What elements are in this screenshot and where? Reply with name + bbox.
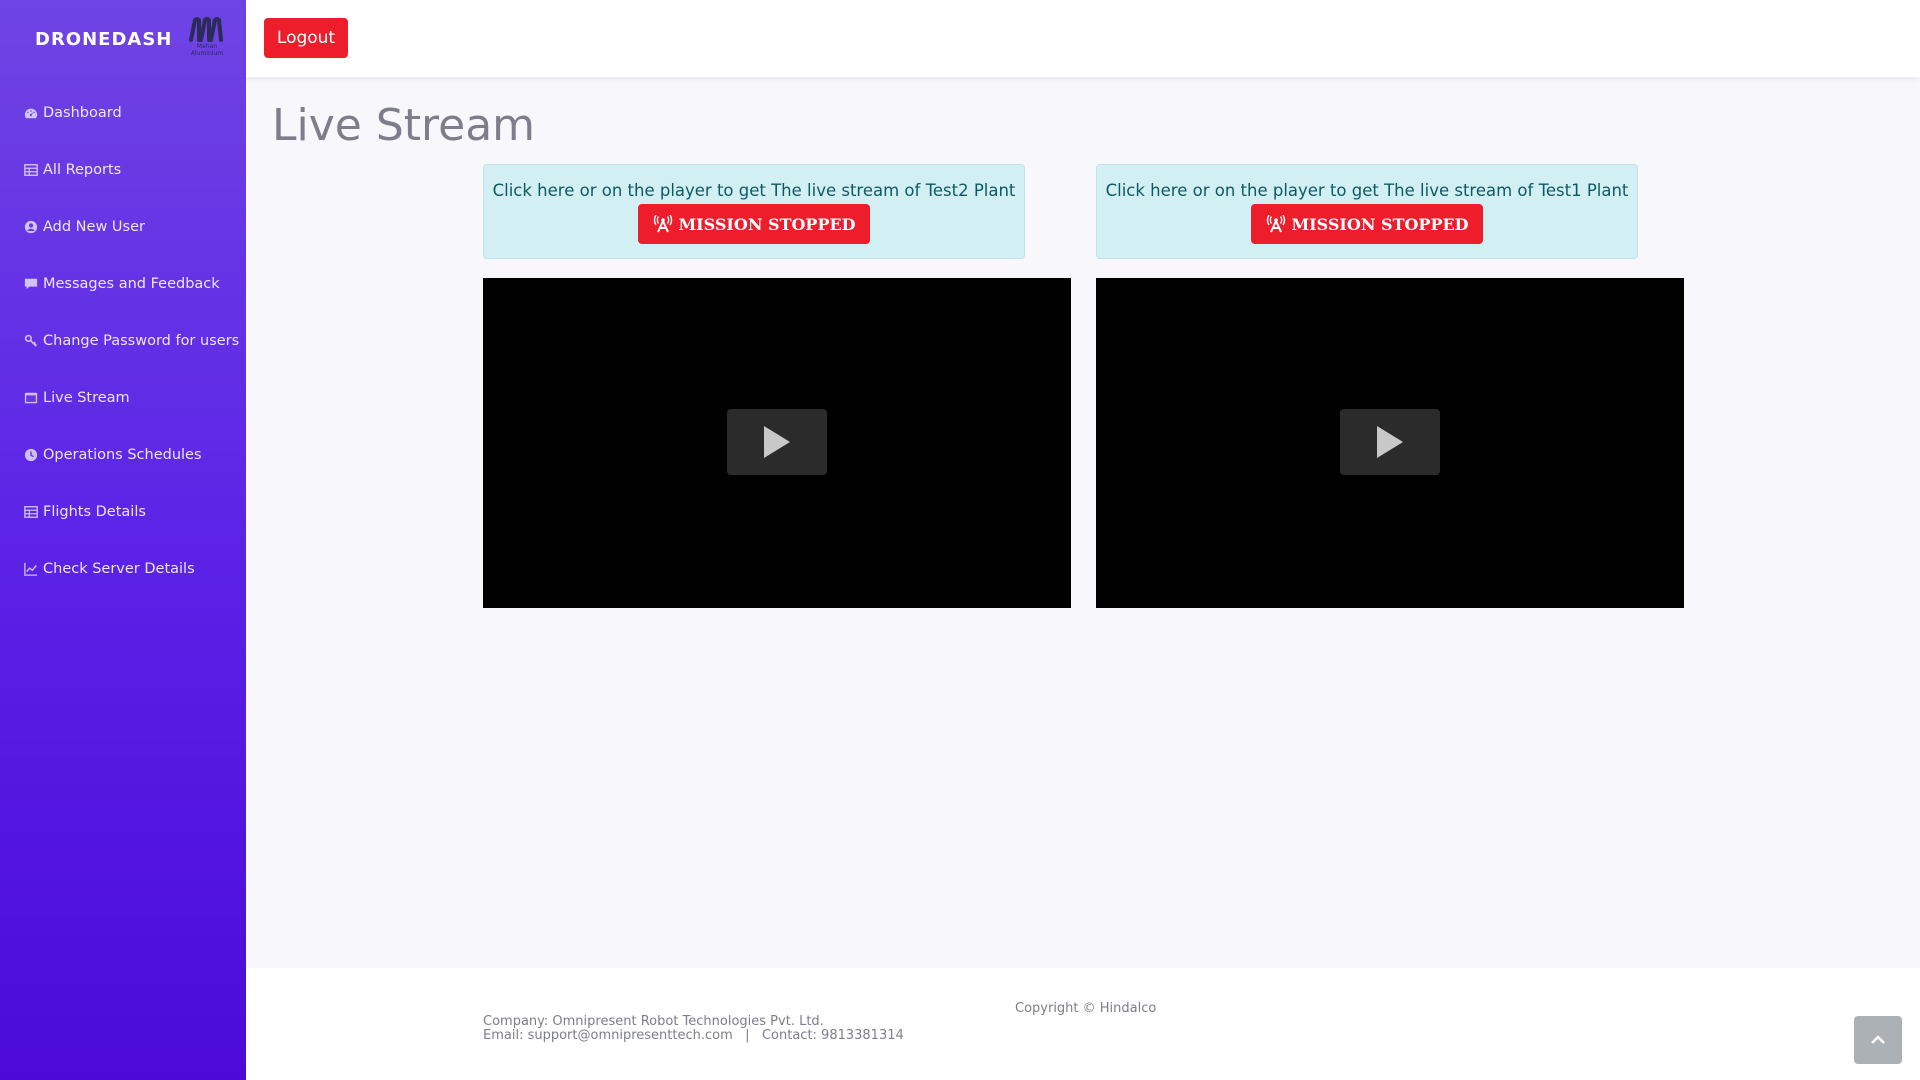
mission-status-button[interactable]: MISSION STOPPED <box>1251 204 1483 244</box>
sidebar-nav: Dashboard All Reports Add New User Messa… <box>0 78 246 597</box>
sidebar-item-label: Check Server Details <box>43 560 195 577</box>
sidebar-item-flights-details[interactable]: Flights Details <box>0 483 246 540</box>
brand-name: DRONEDASH <box>35 28 173 50</box>
mission-status-label: MISSION STOPPED <box>678 214 856 234</box>
support-email: Email: support@omnipresenttech.com <box>483 1028 733 1043</box>
stream-link-alert[interactable]: Click here or on the player to get The l… <box>1096 164 1638 259</box>
video-player[interactable] <box>1096 278 1684 608</box>
sidebar-item-label: Dashboard <box>43 104 122 121</box>
sidebar-item-dashboard[interactable]: Dashboard <box>0 84 246 141</box>
broadcast-tower-icon <box>652 215 674 233</box>
play-icon <box>764 426 790 458</box>
sidebar-item-operations-schedules[interactable]: Operations Schedules <box>0 426 246 483</box>
contact-phone: Contact: 9813381314 <box>761 1028 904 1043</box>
sidebar-item-live-stream[interactable]: Live Stream <box>0 369 246 426</box>
play-button[interactable] <box>1340 409 1440 475</box>
key-icon <box>24 334 38 348</box>
broadcast-tower-icon <box>1265 215 1287 233</box>
message-icon <box>24 277 38 291</box>
sidebar-item-label: Change Password for users <box>43 332 240 349</box>
copyright-text: Copyright © Hindalco <box>1015 1001 1157 1016</box>
separator: | <box>745 1028 750 1043</box>
sidebar-item-label: Live Stream <box>43 389 130 406</box>
brand[interactable]: DRONEDASH Mahan Aluminium <box>0 0 246 78</box>
sidebar-item-label: Messages and Feedback <box>43 275 220 292</box>
mission-status-button[interactable]: MISSION STOPPED <box>638 204 870 244</box>
gauge-icon <box>24 106 38 120</box>
topbar: Logout <box>246 0 1920 77</box>
chart-line-icon <box>24 562 38 576</box>
sidebar-item-label: Add New User <box>43 218 145 235</box>
user-circle-icon <box>24 220 38 234</box>
chevron-up-icon <box>1871 1035 1885 1044</box>
sidebar-item-add-new-user[interactable]: Add New User <box>0 198 246 255</box>
logout-button[interactable]: Logout <box>264 18 348 58</box>
sidebar-item-label: Flights Details <box>43 503 146 520</box>
company-info: Company: Omnipresent Robot Technologies … <box>483 1015 904 1043</box>
stream-prompt: Click here or on the player to get The l… <box>492 181 1016 200</box>
video-player[interactable] <box>483 278 1071 608</box>
stream-prompt: Click here or on the player to get The l… <box>1105 181 1629 200</box>
logo-icon <box>189 17 223 42</box>
table-icon <box>24 163 38 177</box>
stream-panel: Click here or on the player to get The l… <box>483 164 1071 608</box>
sidebar-item-label: Operations Schedules <box>43 446 202 463</box>
sidebar-item-check-server-details[interactable]: Check Server Details <box>0 540 246 597</box>
sidebar: DRONEDASH Mahan Aluminium Dashboard All … <box>0 0 246 1080</box>
mission-status-label: MISSION STOPPED <box>1291 214 1469 234</box>
stream-link-alert[interactable]: Click here or on the player to get The l… <box>483 164 1025 259</box>
clock-icon <box>24 448 38 462</box>
sidebar-item-change-password[interactable]: Change Password for users <box>0 312 246 369</box>
contact-line: Email: support@omnipresenttech.com | Con… <box>483 1029 904 1043</box>
table-icon <box>24 505 38 519</box>
page-title: Live Stream <box>272 100 536 151</box>
scroll-to-top-button[interactable] <box>1854 1016 1902 1064</box>
window-icon <box>24 391 38 405</box>
sidebar-item-label: All Reports <box>43 161 122 178</box>
stream-panel: Click here or on the player to get The l… <box>1096 164 1684 608</box>
sidebar-item-all-reports[interactable]: All Reports <box>0 141 246 198</box>
play-icon <box>1377 426 1403 458</box>
sidebar-item-messages[interactable]: Messages and Feedback <box>0 255 246 312</box>
logo-caption: Mahan Aluminium <box>190 43 224 57</box>
play-button[interactable] <box>727 409 827 475</box>
company-name: Company: Omnipresent Robot Technologies … <box>483 1014 824 1029</box>
footer: Copyright © Hindalco Company: Omnipresen… <box>246 968 1920 1080</box>
brand-logo: Mahan Aluminium <box>180 16 234 60</box>
